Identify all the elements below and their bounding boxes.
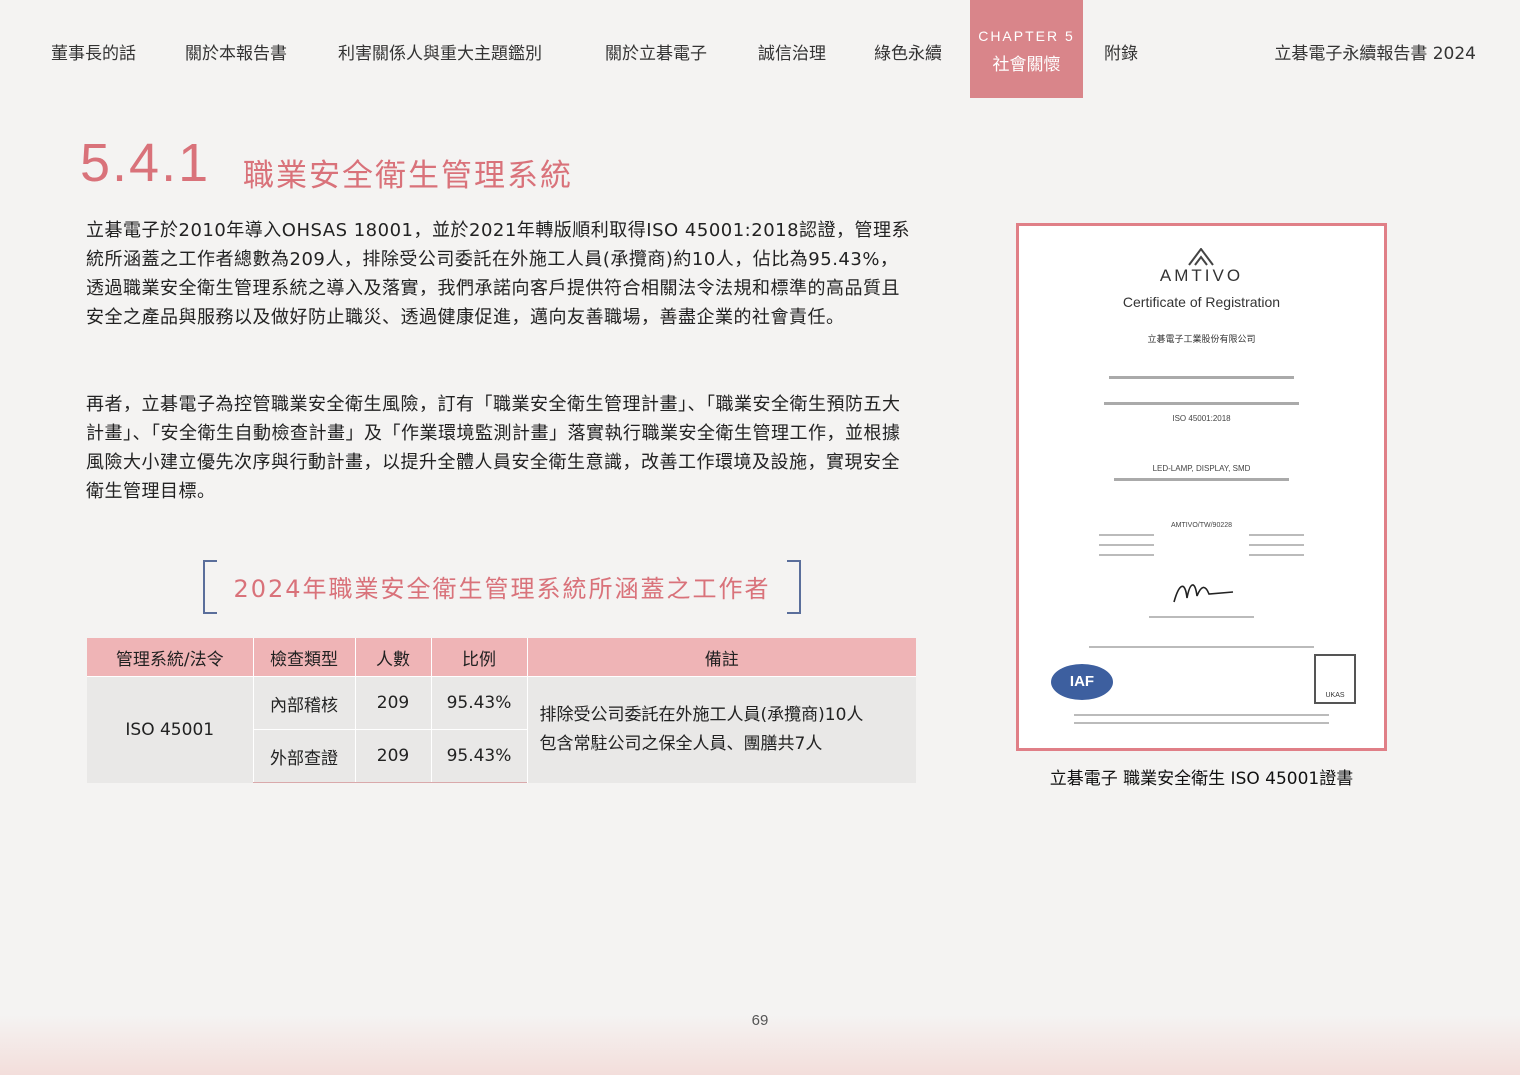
date-labels-line (1099, 534, 1154, 536)
ukas-logo: UKAS (1314, 654, 1356, 704)
nav-item-social-care-active[interactable]: CHAPTER 5 社會關懷 (970, 0, 1083, 98)
address-footer-line (1074, 722, 1329, 724)
risk-paragraph: 再者，立碁電子為控管職業安全衛生風險，訂有「職業安全衛生管理計畫」、「職業安全衛… (86, 394, 901, 502)
address-footer-line (1074, 714, 1329, 716)
cell-ratio: 95.43% (430, 729, 527, 783)
chapter-name: 社會關懷 (992, 55, 1061, 75)
header-count: 人數 (354, 638, 431, 677)
footer-text-line (1089, 646, 1314, 648)
nav-item-about-company[interactable]: 關於立碁電子 (605, 39, 707, 64)
certificate-company: 立碁電子工業股份有限公司 (1147, 335, 1256, 345)
date-values-line (1249, 534, 1304, 536)
certificate-title: Certificate of Registration (1122, 294, 1281, 310)
signature-icon (1173, 584, 1234, 603)
section-title: 職業安全衛生管理系統 (243, 158, 573, 194)
cell-count: 209 (354, 676, 431, 730)
header-type: 檢查類型 (252, 638, 355, 677)
header-ratio: 比例 (430, 638, 527, 677)
address-line (1109, 376, 1294, 379)
date-labels-line (1099, 544, 1154, 546)
workers-coverage-table: 管理系統/法令 檢查類型 人數 比例 備註 ISO 45001 內部稽核 209… (87, 638, 916, 783)
nav-item-green[interactable]: 綠色永續 (874, 39, 942, 64)
signer-line (1149, 616, 1254, 618)
table-caption-box: 2024年職業安全衛生管理系統所涵蓋之工作者 (203, 560, 801, 614)
certificate-brand: AMTIVO (1159, 266, 1244, 285)
section-number: 5.4.1 (80, 133, 211, 193)
certificate-caption: 立碁電子 職業安全衛生 ISO 45001證書 (1049, 769, 1354, 789)
scope-line (1114, 478, 1289, 481)
table-caption: 2024年職業安全衛生管理系統所涵蓋之工作者 (233, 575, 771, 603)
cell-count: 209 (354, 729, 431, 783)
date-values-line (1249, 544, 1304, 546)
amtivo-logo-icon (1188, 248, 1214, 266)
nav-item-stakeholders[interactable]: 利害關係人與重大主題鑑別 (338, 39, 542, 64)
cell-type: 內部稽核 (252, 676, 355, 730)
table-header-row: 管理系統/法令 檢查類型 人數 比例 備註 (87, 638, 916, 677)
report-title: 立碁電子永續報告書 2024 (1274, 44, 1476, 64)
certificate-standard: ISO 45001:2018 (1172, 414, 1231, 423)
note-line-1: 排除受公司委託在外施工人員(承攬商)10人 (539, 704, 864, 725)
page-number: 69 (751, 1012, 769, 1029)
intro-paragraph: 立碁電子於2010年導入OHSAS 18001，並於2021年轉版順利取得ISO… (86, 220, 911, 328)
chapter-label: CHAPTER 5 (978, 28, 1075, 44)
cell-system: ISO 45001 (87, 676, 253, 783)
certificate-scope: LED-LAMP, DISPLAY, SMD (1152, 464, 1251, 473)
nav-item-appendix[interactable]: 附錄 (1104, 39, 1138, 64)
nav-item-governance[interactable]: 誠信治理 (758, 39, 826, 64)
header-system: 管理系統/法令 (87, 638, 253, 677)
top-navigation: 董事長的話 關於本報告書 利害關係人與重大主題鑑別 關於立碁電子 誠信治理 綠色… (0, 0, 1520, 100)
note-line-2: 包含常駐公司之保全人員、團膳共7人 (539, 733, 823, 754)
header-note: 備註 (526, 638, 916, 677)
certificate-number: AMTIVO/TW/90228 (1170, 522, 1233, 529)
iaf-logo: IAF (1051, 664, 1113, 700)
nav-item-chairman[interactable]: 董事長的話 (51, 39, 136, 64)
cell-note: 排除受公司委託在外施工人員(承攬商)10人 包含常駐公司之保全人員、團膳共7人 (526, 676, 916, 783)
cell-ratio: 95.43% (430, 676, 527, 730)
table-row: ISO 45001 內部稽核 209 95.43% 排除受公司委託在外施工人員(… (87, 676, 916, 783)
iso-certificate-image: AMTIVO Certificate of Registration 立碁電子工… (1016, 223, 1387, 751)
standard-intro-line (1104, 402, 1299, 405)
date-labels-line (1099, 554, 1154, 556)
date-values-line (1249, 554, 1304, 556)
cell-type: 外部查證 (252, 729, 355, 783)
nav-item-about-report[interactable]: 關於本報告書 (185, 39, 287, 64)
